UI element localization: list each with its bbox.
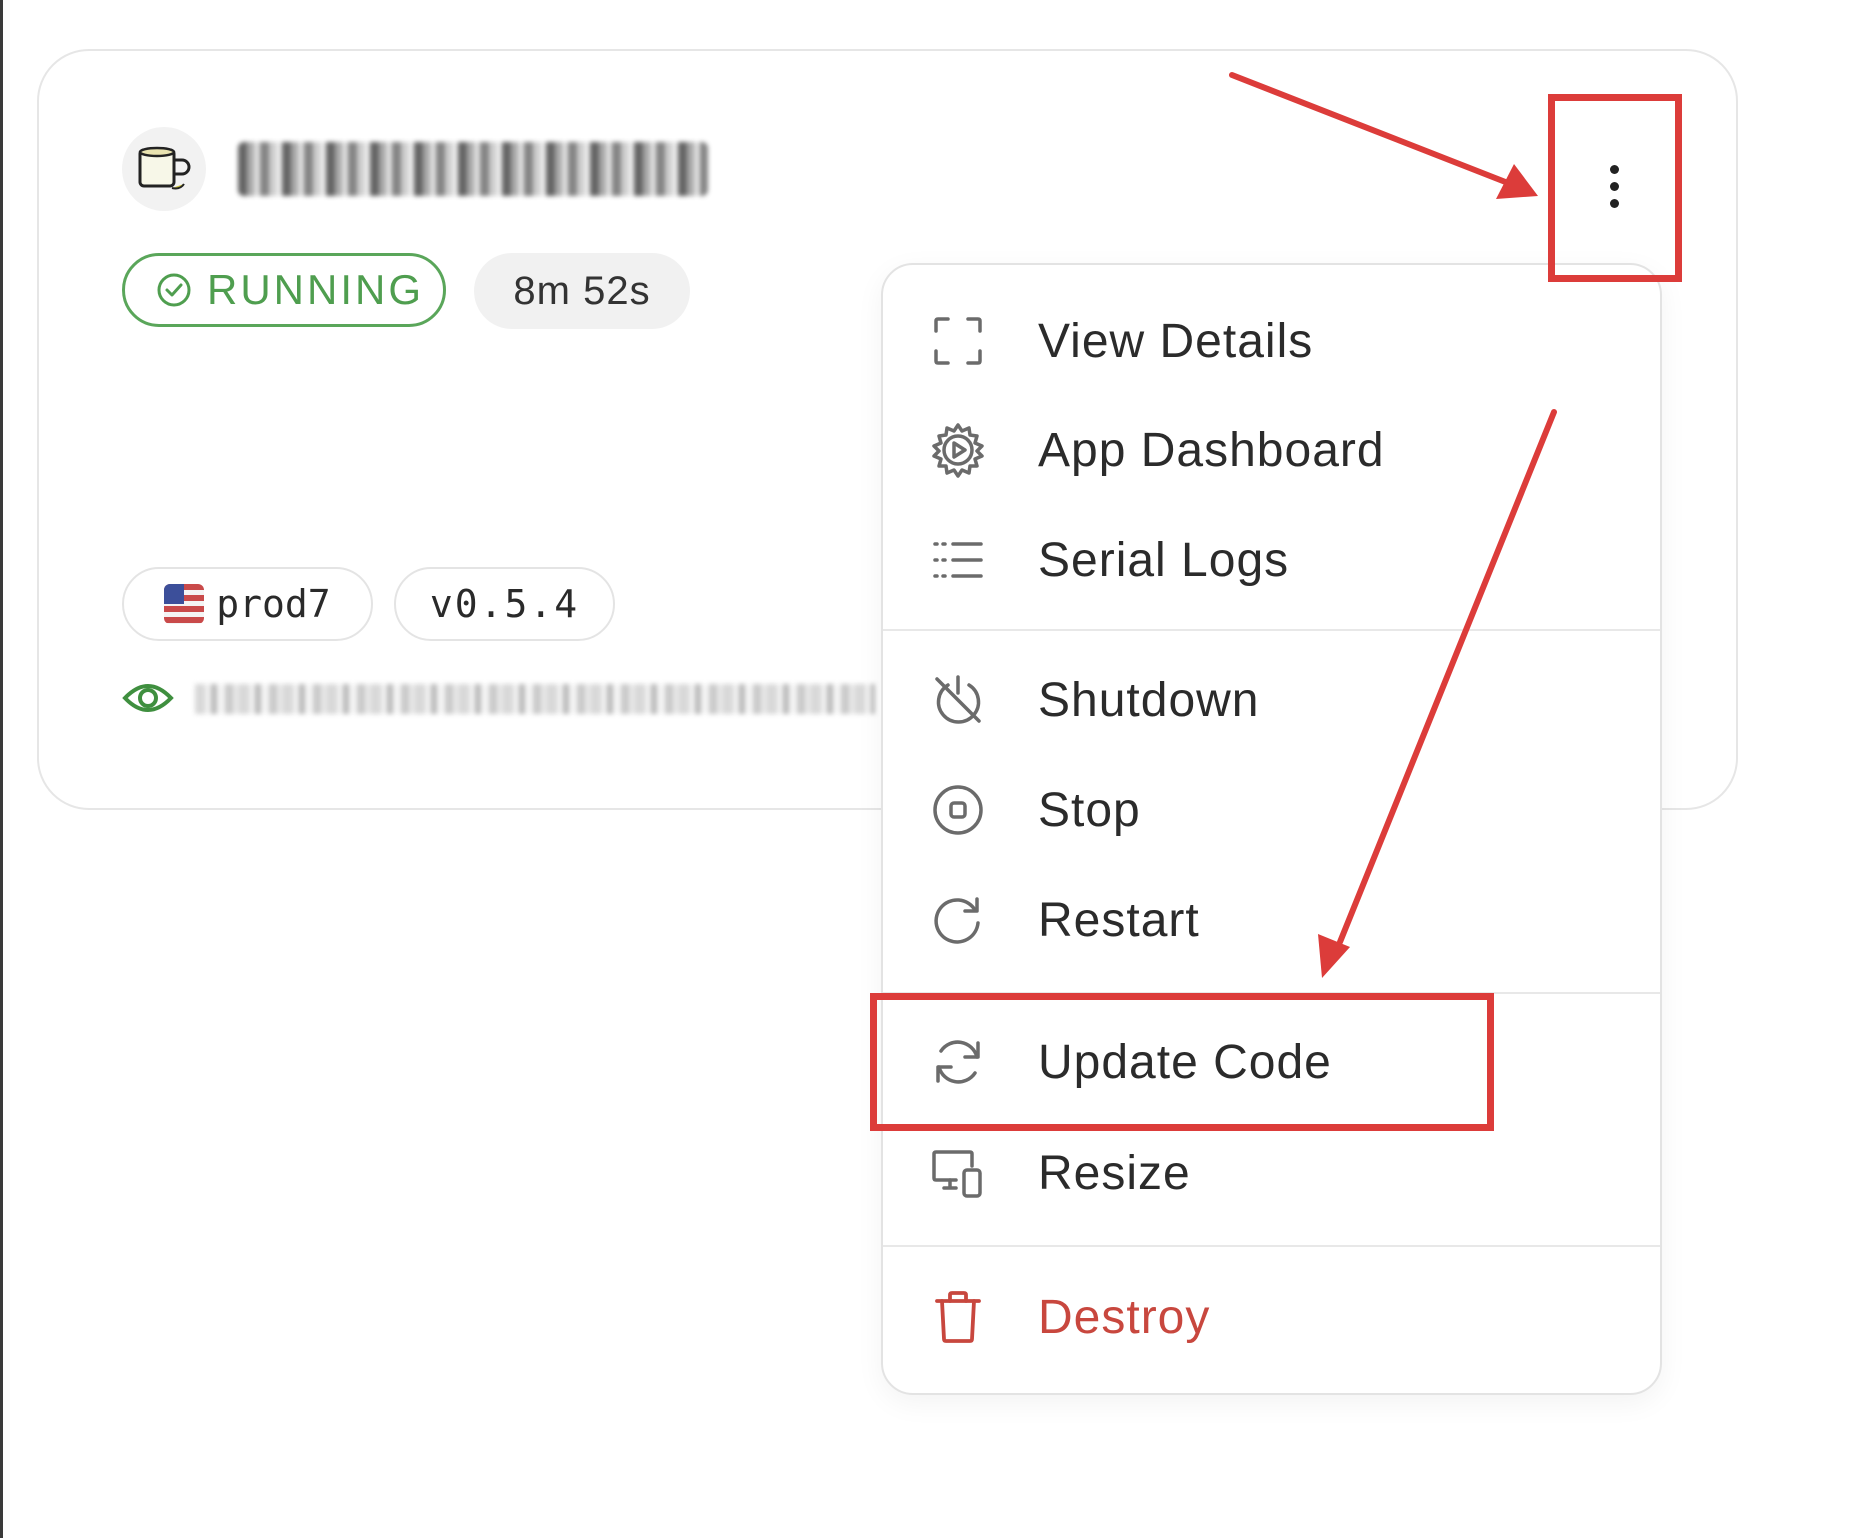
menu-divider <box>883 629 1660 631</box>
menu-item-view-details[interactable]: View Details <box>883 289 1660 393</box>
menu-item-label: Resize <box>1038 1146 1191 1200</box>
app-avatar <box>122 127 206 211</box>
menu-item-label: Serial Logs <box>1038 533 1290 587</box>
power-off-icon <box>929 671 987 729</box>
uptime-text: 8m 52s <box>513 268 651 313</box>
check-circle-icon <box>157 273 191 307</box>
eye-icon[interactable] <box>122 676 174 720</box>
expand-icon <box>929 312 987 370</box>
menu-item-label: Destroy <box>1038 1290 1211 1344</box>
menu-item-shutdown[interactable]: Shutdown <box>883 648 1660 752</box>
menu-item-label: App Dashboard <box>1038 423 1385 477</box>
list-icon <box>929 531 987 589</box>
menu-item-stop[interactable]: Stop <box>883 758 1660 862</box>
actions-menu: View Details App Dashboard Serial Logs S… <box>881 263 1662 1395</box>
menu-divider <box>883 992 1660 994</box>
window-edge <box>0 0 3 1538</box>
version-tag-label: v0.5.4 <box>429 582 580 626</box>
menu-item-resize[interactable]: Resize <box>883 1121 1660 1225</box>
menu-item-serial-logs[interactable]: Serial Logs <box>883 508 1660 612</box>
uptime-badge: 8m 52s <box>474 253 690 329</box>
status-text: RUNNING <box>207 266 424 313</box>
menu-item-label: Restart <box>1038 893 1200 947</box>
more-options-button[interactable] <box>1548 98 1680 274</box>
access-token-redacted <box>195 684 875 714</box>
menu-item-update-code[interactable]: Update Code <box>883 1010 1660 1114</box>
menu-item-label: View Details <box>1038 314 1314 368</box>
stop-circle-icon <box>929 781 987 839</box>
menu-divider <box>883 1245 1660 1247</box>
menu-item-destroy[interactable]: Destroy <box>883 1265 1660 1369</box>
app-name-redacted <box>238 142 708 196</box>
gear-play-icon <box>929 421 987 479</box>
region-tag-label: prod7 <box>216 582 331 626</box>
us-flag-icon <box>164 584 205 624</box>
menu-item-label: Shutdown <box>1038 673 1260 727</box>
restart-icon <box>929 891 987 949</box>
status-badge: RUNNING <box>122 253 446 327</box>
resize-devices-icon <box>929 1144 987 1202</box>
sync-icon <box>929 1033 987 1091</box>
menu-item-label: Update Code <box>1038 1035 1332 1089</box>
kebab-menu-icon <box>1609 164 1619 208</box>
region-tag: prod7 <box>122 567 373 641</box>
coffee-mug-icon <box>138 146 191 190</box>
trash-icon <box>929 1288 987 1346</box>
menu-item-restart[interactable]: Restart <box>883 868 1660 972</box>
menu-item-label: Stop <box>1038 783 1141 837</box>
menu-item-app-dashboard[interactable]: App Dashboard <box>883 398 1660 502</box>
version-tag: v0.5.4 <box>394 567 615 641</box>
